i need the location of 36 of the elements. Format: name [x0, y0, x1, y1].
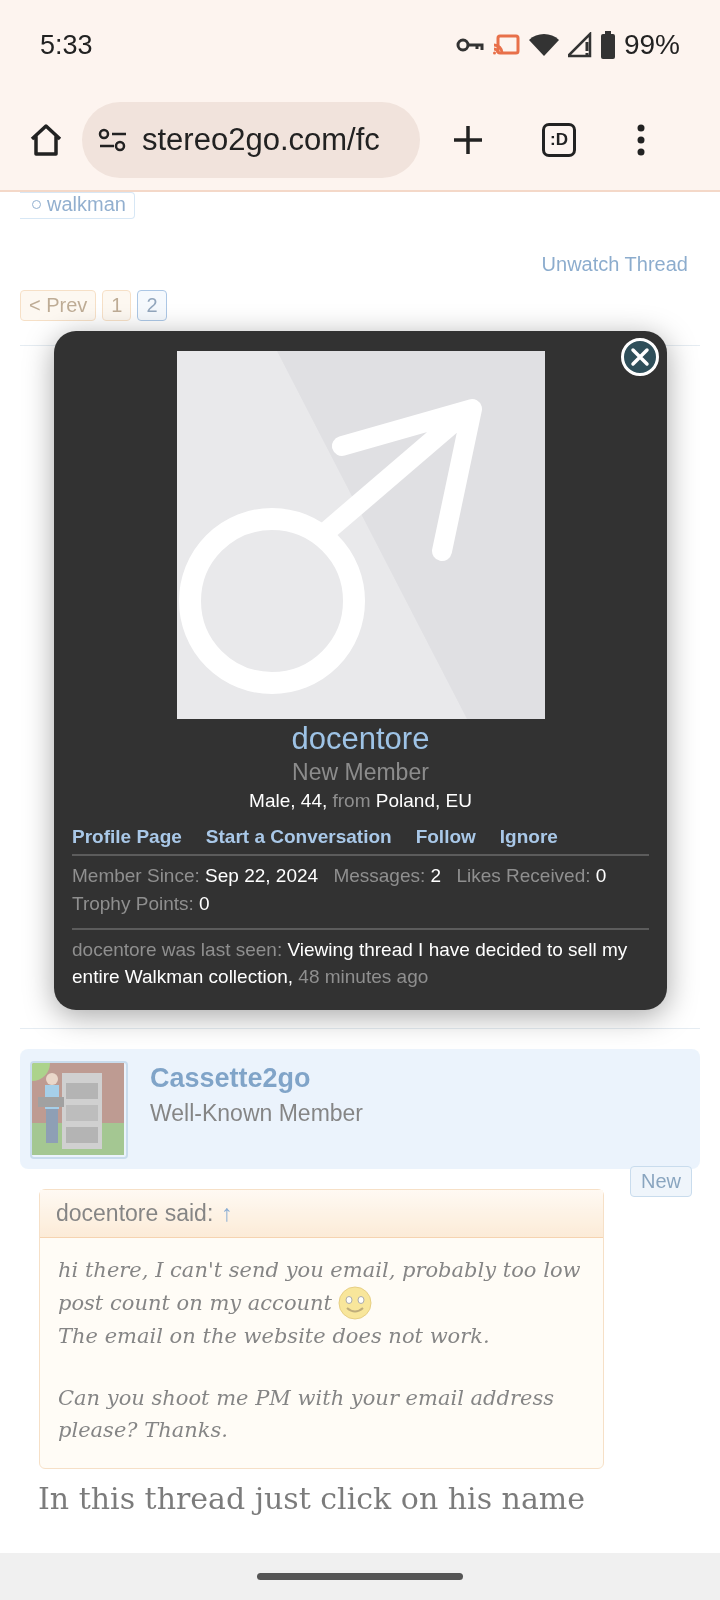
status-time: 5:33 [40, 29, 93, 61]
quote-text: post count on my account [58, 1290, 332, 1317]
corner-ribbon-icon [32, 1063, 50, 1081]
signal-icon [567, 32, 592, 58]
member-action-link[interactable]: Profile Page [72, 826, 182, 848]
user-role: Well-Known Member [150, 1100, 364, 1127]
new-badge: New [630, 1166, 692, 1197]
member-action-link[interactable]: Ignore [499, 826, 558, 848]
member-action-link[interactable]: Follow [415, 826, 476, 848]
member-name-link[interactable]: docentore [291, 721, 430, 757]
member-title: New Member [292, 759, 429, 786]
member-action-link[interactable]: Start a Conversation [205, 826, 392, 848]
url-text: stereo2go.com/fc [142, 122, 380, 158]
last-seen-text: docentore was last seen: Viewing thread I have decided to sell my entire Walkman collection, 48 minutes ago [72, 938, 629, 989]
battery-icon [599, 31, 616, 59]
smiley-icon [338, 1286, 372, 1320]
post-text: In this thread just click on his name [38, 1481, 585, 1516]
battery-percent: 99% [623, 29, 680, 61]
address-bar[interactable]: stereo2go.com/fc [82, 102, 420, 178]
quote-text: please? Thanks. [58, 1417, 228, 1444]
key-icon [455, 37, 484, 53]
member-stats: Member Since: Sep 22, 2024 Messages: 2 Likes Received: 0 Trophy Points: 0 [72, 864, 608, 916]
tab-switcher-button[interactable]: :D [542, 123, 576, 157]
quote-text: hi there, I can't send you email, probably too low [58, 1257, 581, 1284]
site-settings-icon[interactable] [98, 128, 128, 152]
close-button[interactable] [621, 338, 659, 376]
more-menu-icon[interactable] [635, 124, 646, 156]
quote-text: Can you shoot me PM with your email address [58, 1385, 554, 1412]
quote-text: The email on the website does not work. [58, 1323, 490, 1350]
member-info: Male, 44, from Poland, EU [249, 790, 472, 812]
home-handle[interactable] [257, 1573, 463, 1580]
wifi-icon [527, 33, 560, 57]
quote-author: docentore said: [56, 1200, 214, 1227]
new-tab-icon[interactable] [452, 124, 484, 156]
home-icon[interactable] [28, 123, 64, 157]
cast-icon [491, 33, 520, 57]
